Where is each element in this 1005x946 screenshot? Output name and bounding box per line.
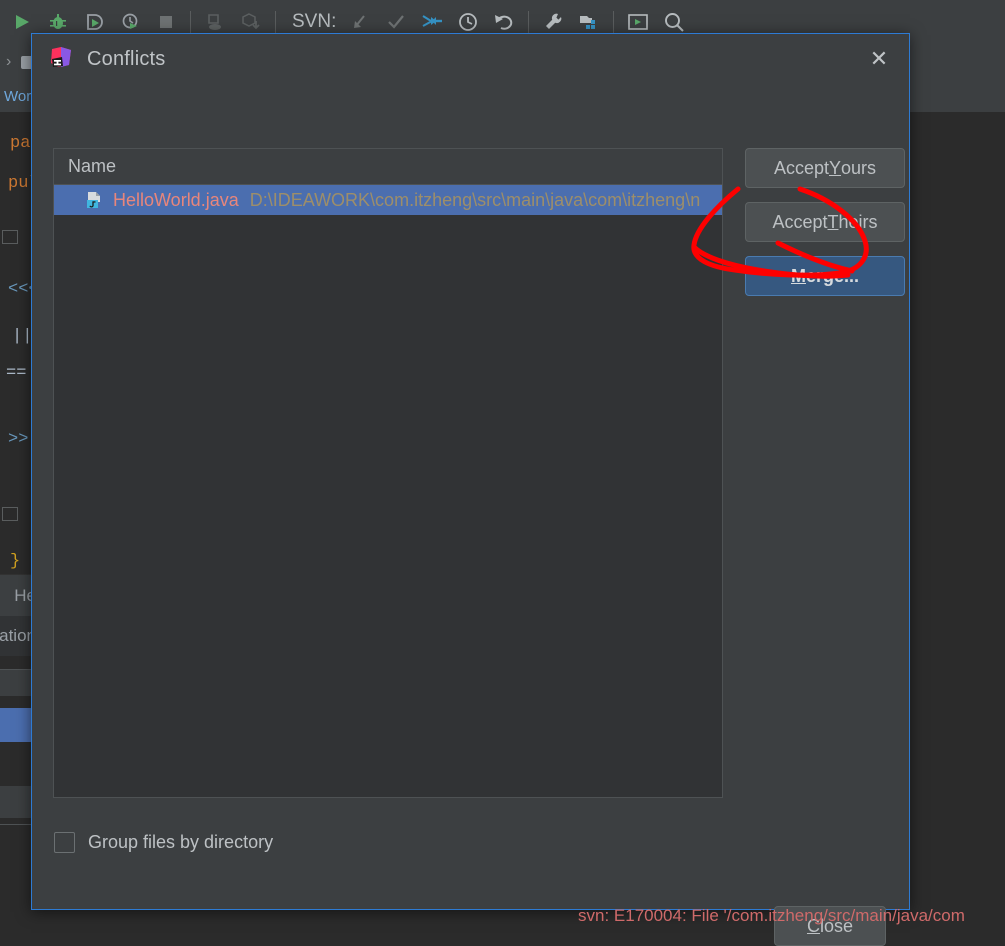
dialog-titlebar: Conflicts ✕ [32, 34, 909, 84]
merge-post: erge... [806, 266, 859, 287]
code-line: >> [8, 430, 28, 449]
action-button-group: Accept Yours Accept Theirs Merge... [745, 148, 905, 310]
toolbar-separator [190, 11, 191, 33]
table-row[interactable]: HelloWorld.java D:\IDEAWORK\com.itzheng\… [54, 185, 722, 215]
merge-mnemonic: M [791, 266, 806, 287]
code-line: == [6, 364, 26, 383]
code-fold-icon[interactable] [2, 230, 18, 244]
dialog-title: Conflicts [87, 48, 166, 71]
close-icon[interactable]: ✕ [863, 44, 895, 74]
panel-row [0, 786, 34, 818]
group-files-by-directory-row[interactable]: Group files by directory [54, 832, 273, 853]
conflicts-file-list[interactable]: Name HelloWorld.java D:\IDEAWORK\com.itz… [53, 148, 723, 798]
file-list-header: Name [54, 149, 722, 185]
dialog-body: Name HelloWorld.java D:\IDEAWORK\com.itz… [32, 84, 909, 909]
toolbar-separator [528, 11, 529, 33]
code-line: } [10, 552, 20, 571]
intellij-idea-icon [49, 45, 73, 74]
accept-theirs-post: heirs [839, 212, 878, 233]
editor-tab-label[interactable]: Wor [0, 88, 31, 105]
accept-theirs-pre: Accept [772, 212, 827, 233]
svn-label: SVN: [282, 11, 342, 33]
file-name: HelloWorld.java [113, 190, 239, 211]
panel-row [0, 744, 34, 784]
accept-yours-mnemonic: Y [829, 158, 841, 179]
toolbar-separator [275, 11, 276, 33]
accept-theirs-mnemonic: T [828, 212, 839, 233]
java-file-icon [84, 190, 104, 210]
breadcrumb-chevron-icon: › [0, 53, 11, 71]
code-fold-icon[interactable] [2, 507, 18, 521]
panel-row [0, 824, 34, 923]
accept-yours-button[interactable]: Accept Yours [745, 148, 905, 188]
console-error-line: svn: E170004: File '/com.itzheng/src/mai… [578, 906, 965, 926]
column-header-name: Name [68, 156, 116, 177]
accept-theirs-button[interactable]: Accept Theirs [745, 202, 905, 242]
panel-row-selected[interactable] [0, 708, 34, 742]
conflicts-dialog: Conflicts ✕ Name HelloWorld.java [31, 33, 910, 910]
file-path: D:\IDEAWORK\com.itzheng\src\main\java\co… [250, 190, 700, 211]
accept-yours-post: ours [841, 158, 876, 179]
panel-row [0, 669, 34, 696]
code-line: || [12, 327, 32, 346]
accept-yours-pre: Accept [774, 158, 829, 179]
group-files-label: Group files by directory [88, 832, 273, 853]
merge-button[interactable]: Merge... [745, 256, 905, 296]
toolbar-separator [613, 11, 614, 33]
group-files-checkbox[interactable] [54, 832, 75, 853]
